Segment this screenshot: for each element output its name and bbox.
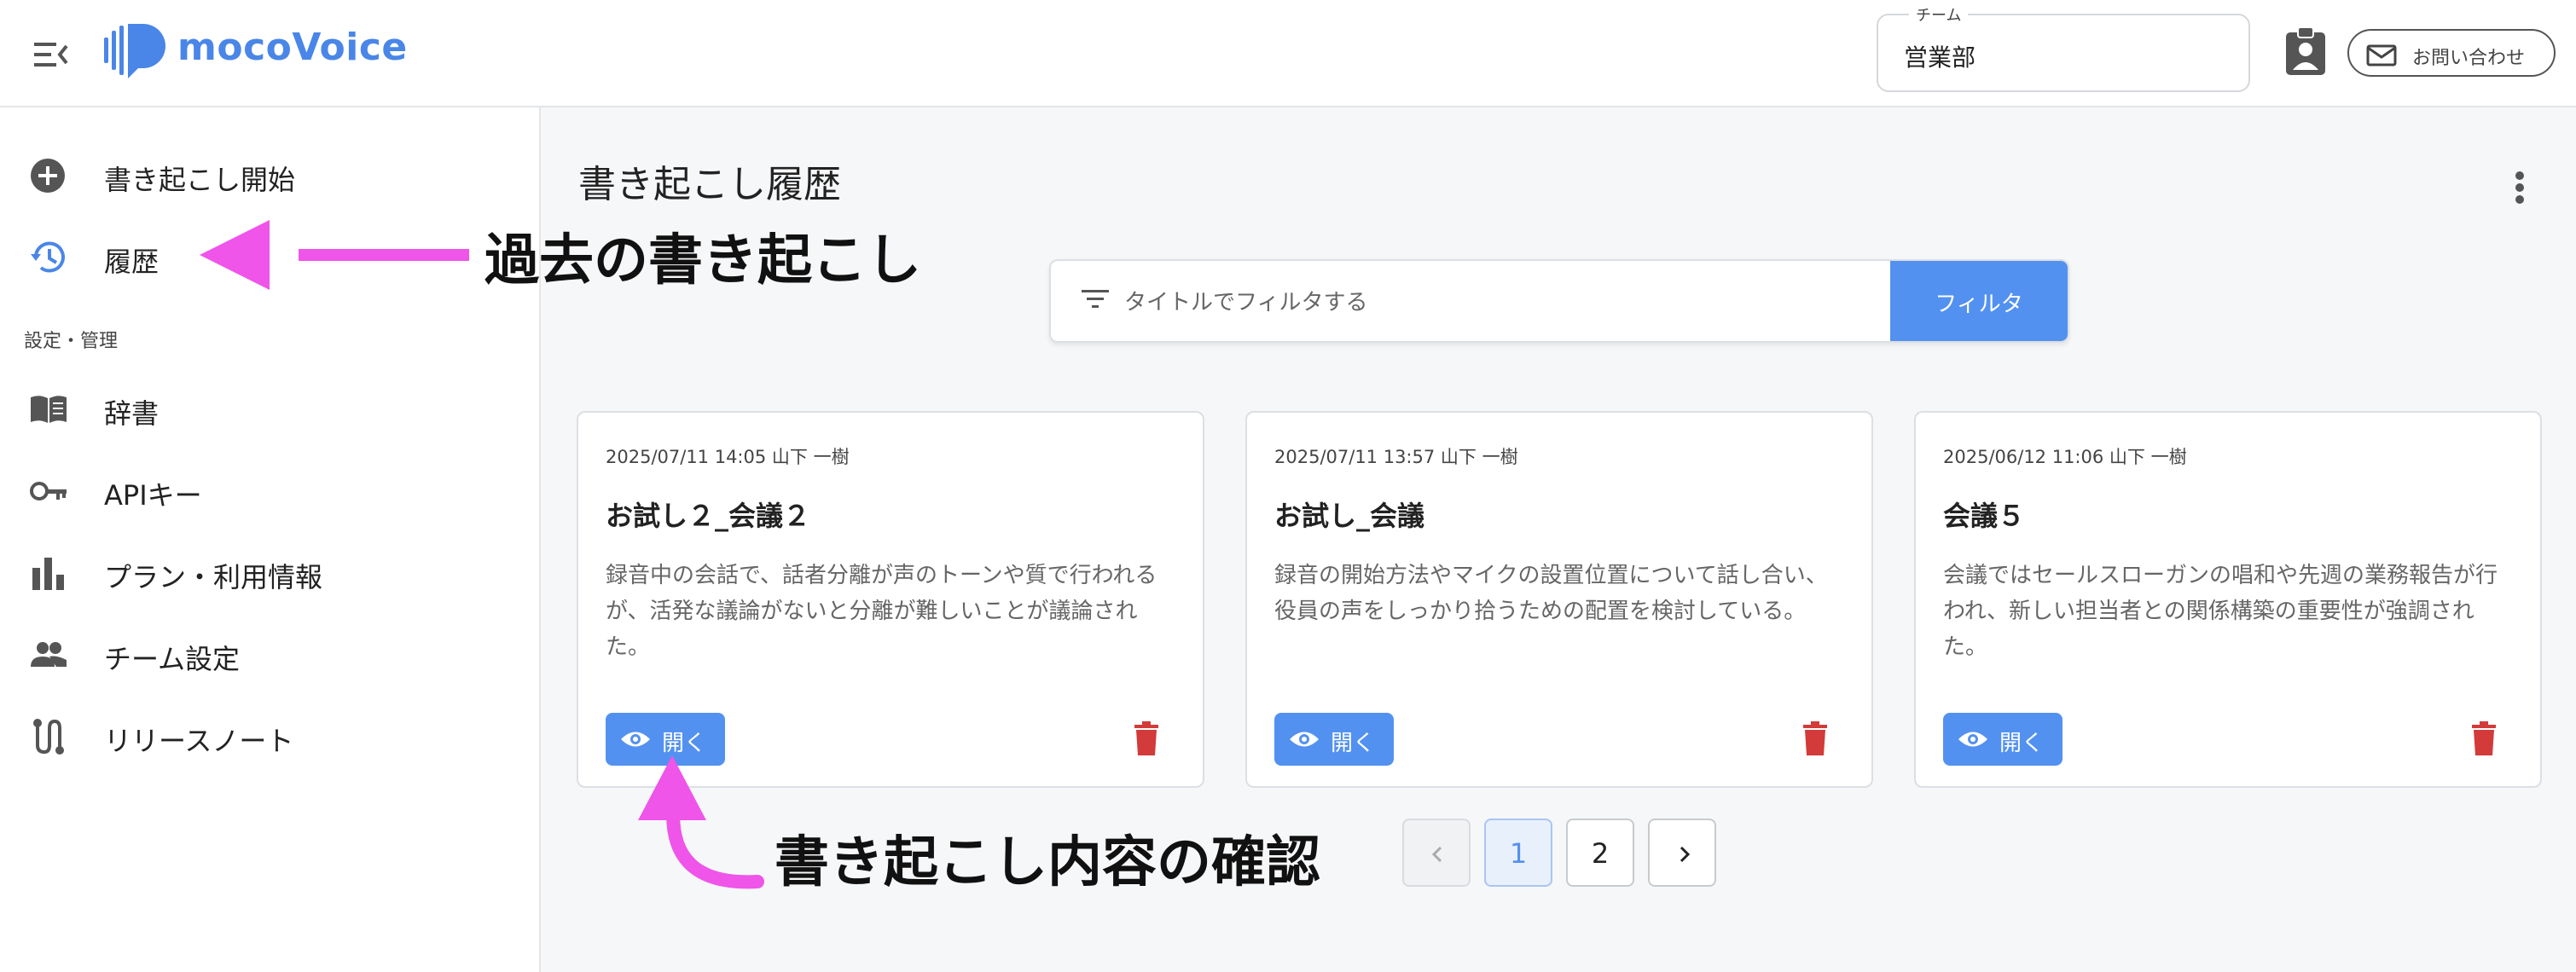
book-icon <box>29 391 68 428</box>
delete-icon[interactable] <box>2469 720 2499 757</box>
open-button-label: 開く <box>1999 731 2045 756</box>
settings-section-label: 設定・管理 <box>24 331 119 352</box>
card-title: お試し_会議 <box>1274 500 1425 532</box>
sidebar-item-release-notes[interactable]: リリースノート <box>0 703 539 771</box>
sidebar-item-label: リリースノート <box>104 725 294 757</box>
transcript-card: 2025/06/12 11:06 山下 一樹 会議５ 会議ではセールスローガンの… <box>1914 411 2542 788</box>
release-note-icon <box>29 718 68 755</box>
open-annotation: 書き起こし内容の確認 <box>775 831 1320 894</box>
sidebar-item-label: 書き起こし開始 <box>104 164 296 196</box>
card-meta: 2025/07/11 13:57 山下 一樹 <box>1274 447 1518 467</box>
card-title: 会議５ <box>1943 500 2026 532</box>
logo-text: mocoVoice <box>177 26 408 69</box>
sidebar-item-history[interactable]: 履歴 <box>0 223 539 292</box>
filter-input[interactable] <box>1123 278 1894 327</box>
logo-icon <box>104 22 167 82</box>
transcript-card: 2025/07/11 13:57 山下 一樹 お試し_会議 録音の開始方法やマイ… <box>1245 411 1873 788</box>
transcript-card: 2025/07/11 14:05 山下 一樹 お試し２_会議２ 録音中の会話で、… <box>577 411 1204 788</box>
eye-icon <box>1958 732 1987 747</box>
team-select-label: チーム <box>1909 3 1969 26</box>
sidebar-item-plan-usage[interactable]: プラン・利用情報 <box>0 539 539 607</box>
card-meta: 2025/07/11 14:05 山下 一樹 <box>606 447 850 467</box>
history-annotation: 過去の書き起こし <box>484 229 921 292</box>
page-number: 1 <box>1509 837 1528 870</box>
sidebar-item-team-settings[interactable]: チーム設定 <box>0 621 539 689</box>
chevron-left-icon <box>1431 846 1442 863</box>
card-summary: 録音の開始方法やマイクの設置位置について話し合い、役員の声をしっかり拾うための配… <box>1274 563 1828 624</box>
people-icon <box>29 636 68 674</box>
eye-icon <box>621 732 650 747</box>
delete-icon[interactable] <box>1131 720 1162 757</box>
sidebar: 書き起こし開始 履歴 設定・管理 辞書 APIキー プラン・利用情報 チーム設定… <box>0 107 541 972</box>
sidebar-item-dictionary[interactable]: 辞書 <box>0 375 539 443</box>
add-circle-icon <box>29 157 68 194</box>
open-button[interactable]: 開く <box>606 713 725 766</box>
team-select-value: 営業部 <box>1904 43 1976 72</box>
team-select[interactable]: チーム 営業部 <box>1877 3 2250 92</box>
key-icon <box>29 472 68 510</box>
sidebar-item-label: APIキー <box>104 479 202 512</box>
inquiry-button[interactable]: お問い合わせ <box>2347 29 2556 77</box>
more-vert-icon[interactable] <box>2503 164 2537 211</box>
open-button[interactable]: 開く <box>1274 713 1394 766</box>
sidebar-item-label: プラン・利用情報 <box>104 561 323 593</box>
contact-clipboard-icon[interactable] <box>2283 26 2330 77</box>
sidebar-item-label: 履歴 <box>104 246 160 278</box>
open-button-label: 開く <box>1331 731 1376 756</box>
filter-bar: フィルタ <box>1049 259 2069 343</box>
filter-button[interactable]: フィルタ <box>1890 261 2068 341</box>
chevron-right-icon <box>1680 846 1691 863</box>
card-meta: 2025/06/12 11:06 山下 一樹 <box>1943 447 2187 467</box>
pager-next-button[interactable] <box>1648 819 1716 887</box>
history-icon <box>29 239 68 276</box>
sidebar-item-label: 辞書 <box>104 397 160 430</box>
page-number: 2 <box>1591 837 1610 870</box>
card-summary: 会議ではセールスローガンの唱和や先週の業務報告が行われ、新しい担当者との関係構築… <box>1943 563 2498 660</box>
pager-page-button[interactable]: 2 <box>1566 819 1634 887</box>
open-button[interactable]: 開く <box>1943 713 2063 766</box>
card-summary: 録音中の会話で、話者分離が声のトーンや質で行われるが、活発な議論がないと分離が難… <box>606 563 1157 660</box>
open-button-label: 開く <box>662 731 707 756</box>
mail-icon <box>2366 44 2397 67</box>
menu-collapse-icon[interactable] <box>32 38 70 72</box>
page-title: 書き起こし履歴 <box>578 163 841 206</box>
app-header: mocoVoice チーム 営業部 お問い合わせ <box>0 0 2576 107</box>
pager-prev-button[interactable] <box>1402 819 1471 887</box>
delete-icon[interactable] <box>1800 720 1830 757</box>
filter-icon <box>1080 286 1111 312</box>
sidebar-item-transcribe-start[interactable]: 書き起こし開始 <box>0 142 539 210</box>
bar-chart-icon <box>29 554 68 592</box>
pager-page-button[interactable]: 1 <box>1484 819 1552 887</box>
inquiry-label: お問い合わせ <box>2412 48 2526 69</box>
eye-icon <box>1290 732 1319 747</box>
card-title: お試し２_会議２ <box>606 500 811 532</box>
sidebar-item-label: チーム設定 <box>104 643 241 675</box>
sidebar-item-api-key[interactable]: APIキー <box>0 457 539 525</box>
